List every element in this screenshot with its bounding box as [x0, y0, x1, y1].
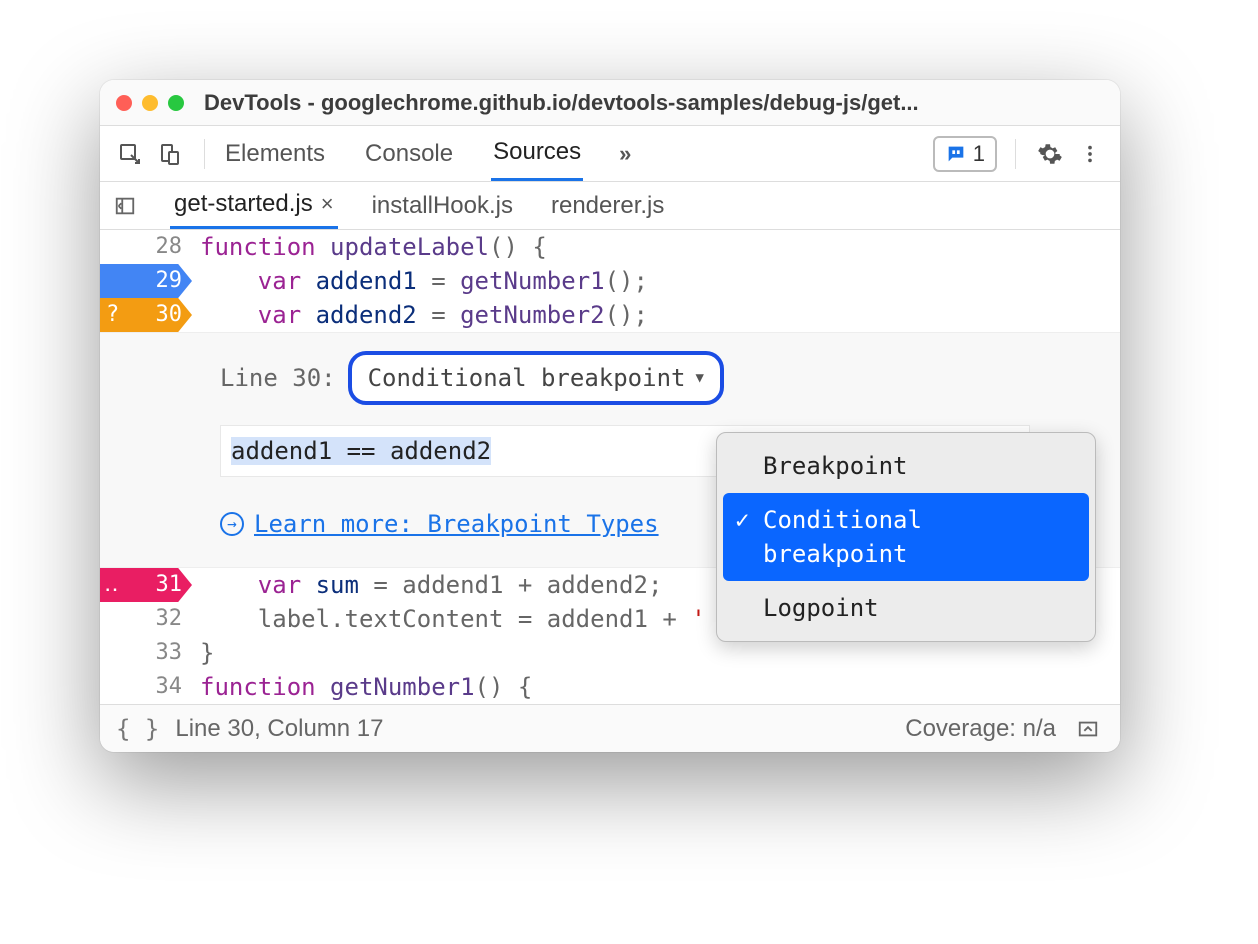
minimize-window-button[interactable]: [142, 95, 158, 111]
cursor-position: Line 30, Column 17: [175, 715, 383, 743]
zoom-window-button[interactable]: [168, 95, 184, 111]
breakpoint-type-value: Conditional breakpoint: [368, 361, 686, 395]
breakpoint-type-menu: Breakpoint ✓ Conditional breakpoint Logp…: [716, 432, 1096, 642]
window-title: DevTools - googlechrome.github.io/devtoo…: [204, 90, 919, 116]
line-number-breakpoint[interactable]: 29: [100, 264, 192, 298]
line-number[interactable]: 34: [100, 670, 192, 704]
breakpoint-line-label: Line 30:: [220, 361, 336, 395]
line-number-logpoint[interactable]: ‥31: [100, 568, 192, 602]
separator: [1015, 139, 1016, 169]
condition-expression: addend1 == addend2: [231, 437, 491, 465]
code-editor[interactable]: 28 function updateLabel() { 29 var adden…: [100, 230, 1120, 704]
menu-item-logpoint[interactable]: Logpoint: [723, 581, 1089, 635]
file-tabs: get-started.js × installHook.js renderer…: [100, 182, 1120, 230]
inspect-element-icon[interactable]: [114, 138, 146, 170]
line-number[interactable]: 32: [100, 602, 192, 636]
code-line: ?30 var addend2 = getNumber2();: [100, 298, 1120, 332]
file-tab-installhook[interactable]: installHook.js: [368, 184, 517, 228]
statusbar: { } Line 30, Column 17 Coverage: n/a: [100, 704, 1120, 752]
tab-sources[interactable]: Sources: [491, 126, 583, 181]
coverage-status: Coverage: n/a: [905, 715, 1056, 743]
devtools-window: DevTools - googlechrome.github.io/devtoo…: [100, 80, 1120, 752]
breakpoint-type-select[interactable]: Conditional breakpoint ▼: [348, 351, 724, 405]
arrow-right-circle-icon: →: [220, 512, 244, 536]
panel-tabs: Elements Console Sources »: [223, 126, 631, 181]
menu-item-breakpoint[interactable]: Breakpoint: [723, 439, 1089, 493]
menu-item-conditional-breakpoint[interactable]: ✓ Conditional breakpoint: [723, 493, 1089, 581]
close-tab-icon[interactable]: ×: [321, 191, 334, 217]
line-number[interactable]: 33: [100, 636, 192, 670]
file-tab-label: get-started.js: [174, 190, 313, 218]
chevron-down-icon: ▼: [695, 361, 703, 395]
line-number[interactable]: 28: [100, 230, 192, 264]
issues-count: 1: [973, 141, 985, 167]
file-tab-label: installHook.js: [372, 192, 513, 220]
code-line: 29 var addend1 = getNumber1();: [100, 264, 1120, 298]
file-tab-label: renderer.js: [551, 192, 664, 220]
line-number-conditional-breakpoint[interactable]: ?30: [100, 298, 192, 332]
more-options-icon[interactable]: [1074, 138, 1106, 170]
close-window-button[interactable]: [116, 95, 132, 111]
show-drawer-icon[interactable]: [1072, 713, 1104, 745]
code-line: 34 function getNumber1() {: [100, 670, 1120, 704]
main-toolbar: Elements Console Sources » 1: [100, 126, 1120, 182]
window-controls: [116, 95, 184, 111]
issues-badge[interactable]: 1: [933, 136, 997, 172]
device-toolbar-icon[interactable]: [154, 138, 186, 170]
pretty-print-icon[interactable]: { }: [116, 715, 159, 743]
tab-elements[interactable]: Elements: [223, 128, 327, 180]
learn-more-link[interactable]: Learn more: Breakpoint Types: [254, 507, 659, 541]
separator: [204, 139, 205, 169]
file-tab-renderer[interactable]: renderer.js: [547, 184, 668, 228]
tab-console[interactable]: Console: [363, 128, 455, 180]
code-line: 28 function updateLabel() {: [100, 230, 1120, 264]
navigator-toggle-icon[interactable]: [110, 195, 140, 217]
file-tab-get-started[interactable]: get-started.js ×: [170, 182, 338, 229]
more-tabs-icon[interactable]: »: [619, 141, 631, 167]
settings-icon[interactable]: [1034, 138, 1066, 170]
check-icon: ✓: [735, 503, 749, 537]
titlebar: DevTools - googlechrome.github.io/devtoo…: [100, 80, 1120, 126]
